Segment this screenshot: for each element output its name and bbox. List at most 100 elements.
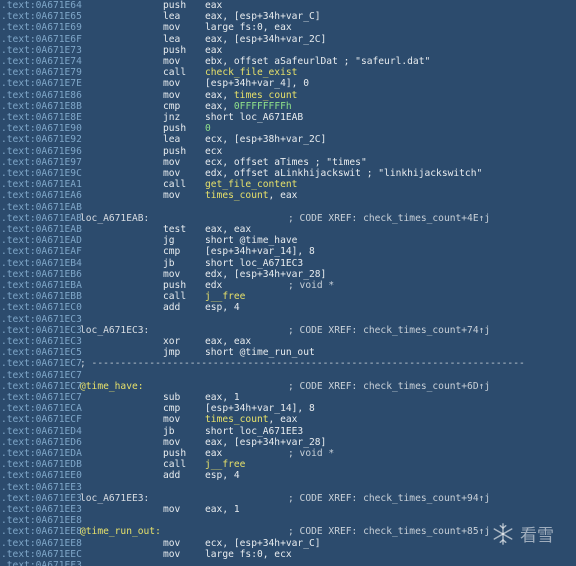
code-line[interactable]: .text:0A671EBB call j__free	[0, 291, 576, 302]
code-line[interactable]: .text:0A671E86 mov eax, times_count	[0, 90, 576, 101]
code-line[interactable]: .text:0A671EC7 sub eax, 1	[0, 392, 576, 403]
operands[interactable]: ecx	[205, 146, 222, 157]
symbol-name[interactable]: check_file_exist	[205, 67, 297, 78]
code-line[interactable]: .text:0A671E92 lea ecx, [esp+38h+var_2C]	[0, 134, 576, 145]
code-line[interactable]: .text:0A671EC7 @time_have: ; CODE XREF: ch…	[0, 381, 576, 392]
disassembly-view[interactable]: .text:0A671E64 push eax .text:0A671E65 lea ea…	[0, 0, 576, 566]
operands[interactable]: eax, 1	[205, 504, 240, 515]
operands[interactable]: edx, offset aLinkhijackswit ; "linkhijac…	[205, 168, 482, 179]
operands[interactable]: edx, [esp+34h+var_28]	[205, 269, 326, 280]
operands[interactable]: large fs:0, eax	[205, 22, 292, 33]
code-line[interactable]: .text:0A671EC3	[0, 314, 576, 325]
operands[interactable]: eax	[205, 448, 222, 459]
code-line[interactable]: .text:0A671E73 push eax	[0, 45, 576, 56]
code-line[interactable]: .text:0A671EC0 add esp, 4	[0, 302, 576, 313]
code-line[interactable]: .text:0A671E9C mov edx, offset aLinkhijack…	[0, 168, 576, 179]
code-line[interactable]: .text:0A671ED4 jb short loc_A671EE3	[0, 426, 576, 437]
code-label[interactable]: loc_A671EC3:	[80, 325, 149, 336]
operands[interactable]: edx	[205, 280, 222, 291]
code-label[interactable]: @time_run_out:	[80, 526, 161, 537]
code-label[interactable]: loc_A671EAB:	[80, 213, 149, 224]
operands[interactable]: eax, [esp+34h+var_2C]	[205, 34, 326, 45]
code-line[interactable]: .text:0A671E90 push 0	[0, 123, 576, 134]
code-line[interactable]: .text:0A671EAF cmp [esp+34h+var_14], 8	[0, 246, 576, 257]
code-line[interactable]: .text:0A671EAB loc_A671EAB: ; CODE XREF: c…	[0, 213, 576, 224]
operands[interactable]: esp, 4	[205, 470, 240, 481]
operands[interactable]: eax	[205, 45, 222, 56]
operands[interactable]: j__free	[205, 291, 245, 302]
code-line[interactable]: .text:0A671E65 lea eax, [esp+34h+var_C]	[0, 11, 576, 22]
code-line[interactable]: .text:0A671EB4 jb short loc_A671EC3	[0, 258, 576, 269]
code-line[interactable]: .text:0A671EA1 call get_file_content	[0, 179, 576, 190]
code-line[interactable]: .text:0A671EAB test eax, eax	[0, 224, 576, 235]
operands[interactable]: eax	[205, 0, 222, 11]
operands[interactable]: short loc_A671EAB	[205, 112, 303, 123]
code-line[interactable]: .text:0A671EC7	[0, 370, 576, 381]
code-line[interactable]: .text:0A671EEC mov large fs:0, ecx	[0, 549, 576, 560]
operands[interactable]: eax, [esp+34h+var_C]	[205, 11, 321, 22]
operands[interactable]: ecx, [esp+38h+var_2C]	[205, 134, 326, 145]
operands[interactable]: short @time_have	[205, 235, 297, 246]
operands[interactable]: j__free	[205, 459, 245, 470]
operands[interactable]: large fs:0, ecx	[205, 549, 292, 560]
code-line[interactable]: .text:0A671E64 push eax	[0, 0, 576, 11]
code-line[interactable]: .text:0A671EBA push edx ; void *	[0, 280, 576, 291]
code-line[interactable]: .text:0A671EC3 xor eax, eax	[0, 336, 576, 347]
code-line[interactable]: .text:0A671E6F lea eax, [esp+34h+var_2C]	[0, 34, 576, 45]
operands[interactable]: eax, eax	[205, 336, 251, 347]
code-line[interactable]: .text:0A671EE8	[0, 515, 576, 526]
code-line[interactable]: .text:0A671EE3 loc_A671EE3: ; CODE XREF: c…	[0, 493, 576, 504]
symbol-name[interactable]: get_file_content	[205, 179, 297, 190]
code-line[interactable]: .text:0A671EE3 mov eax, 1	[0, 504, 576, 515]
code-label[interactable]: loc_A671EE3:	[80, 493, 149, 504]
operands[interactable]: [esp+34h+var_14], 8	[205, 403, 315, 414]
operands[interactable]: [esp+34h+var_14], 8	[205, 246, 315, 257]
code-line[interactable]: .text:0A671EC5 jmp short @time_run_out	[0, 347, 576, 358]
symbol-name[interactable]: times_count	[205, 190, 269, 201]
operands[interactable]: get_file_content	[205, 179, 297, 190]
operands[interactable]: eax, times_count	[205, 90, 297, 101]
symbol-name[interactable]: j__free	[205, 459, 245, 470]
code-label[interactable]: @time_have:	[80, 381, 144, 392]
code-line[interactable]: .text:0A671E97 mov ecx, offset aTimes ; "t…	[0, 157, 576, 168]
code-line[interactable]: .text:0A671EC7; ------------------------…	[0, 358, 576, 369]
code-line[interactable]: .text:0A671EA6 mov times_count, eax	[0, 190, 576, 201]
symbol-name[interactable]: times_count	[205, 414, 269, 425]
code-line[interactable]: .text:0A671EE0 add esp, 4	[0, 470, 576, 481]
code-line[interactable]: .text:0A671EAD jg short @time_have	[0, 235, 576, 246]
code-line[interactable]: .text:0A671EDB call j__free	[0, 459, 576, 470]
operands[interactable]: esp, 4	[205, 302, 240, 313]
code-line[interactable]: .text:0A671E96 push ecx	[0, 146, 576, 157]
code-line[interactable]: .text:0A671EDA push eax ; void *	[0, 448, 576, 459]
operands[interactable]: eax, 1	[205, 392, 240, 403]
code-line[interactable]: .text:0A671EC3 loc_A671EC3: ; CODE XREF: c…	[0, 325, 576, 336]
code-line[interactable]: .text:0A671E7E mov [esp+34h+var_4], 0	[0, 78, 576, 89]
code-line[interactable]: .text:0A671EF3	[0, 560, 576, 566]
symbol-name[interactable]: times_count	[234, 90, 298, 101]
operands[interactable]: short loc_A671EC3	[205, 258, 303, 269]
code-line[interactable]: .text:0A671E74 mov ebx, offset aSafeurlDat…	[0, 56, 576, 67]
code-line[interactable]: .text:0A671E69 mov large fs:0, eax	[0, 22, 576, 33]
operands[interactable]: eax, [esp+34h+var_28]	[205, 437, 326, 448]
operands[interactable]: short @time_run_out	[205, 347, 315, 358]
operands[interactable]: times_count, eax	[205, 414, 297, 425]
operands[interactable]: times_count, eax	[205, 190, 297, 201]
operands[interactable]: ecx, offset aTimes ; "times"	[205, 157, 367, 168]
operands[interactable]: short loc_A671EE3	[205, 426, 303, 437]
code-line[interactable]: .text:0A671EB6 mov edx, [esp+34h+var_28]	[0, 269, 576, 280]
code-line[interactable]: .text:0A671E8B cmp eax, 0FFFFFFFFh	[0, 101, 576, 112]
code-line[interactable]: .text:0A671EE3	[0, 482, 576, 493]
code-line[interactable]: .text:0A671EE8 @time_run_out: ; CODE XREF:…	[0, 526, 576, 537]
code-line[interactable]: .text:0A671ED6 mov eax, [esp+34h+var_28]	[0, 437, 576, 448]
code-line[interactable]: .text:0A671EAB	[0, 202, 576, 213]
operands[interactable]: check_file_exist	[205, 67, 297, 78]
operands[interactable]: [esp+34h+var_4], 0	[205, 78, 309, 89]
code-line[interactable]: .text:0A671ECA cmp [esp+34h+var_14], 8	[0, 403, 576, 414]
operands[interactable]: 0	[205, 123, 211, 134]
code-line[interactable]: .text:0A671ECF mov times_count, eax	[0, 414, 576, 425]
operands[interactable]: ebx, offset aSafeurlDat ; "safeurl.dat"	[205, 56, 430, 67]
code-line[interactable]: .text:0A671E8E jnz short loc_A671EAB	[0, 112, 576, 123]
operands[interactable]: eax, eax	[205, 224, 251, 235]
operands[interactable]: ecx, [esp+34h+var_C]	[205, 538, 321, 549]
operands[interactable]: eax, 0FFFFFFFFh	[205, 101, 292, 112]
